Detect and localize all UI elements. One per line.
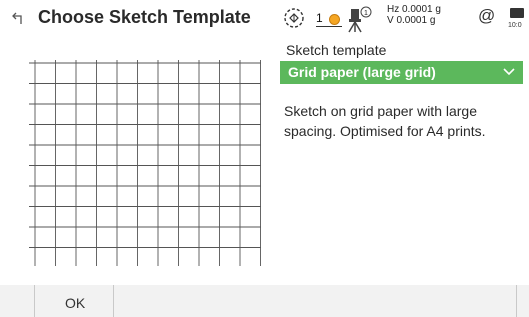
back-arrow-icon[interactable] bbox=[12, 11, 26, 25]
satellite-icon[interactable] bbox=[282, 6, 306, 30]
clock-time: 10:0 bbox=[508, 22, 522, 29]
position-count: 1 bbox=[316, 11, 323, 25]
battery-body bbox=[510, 8, 524, 18]
template-description: Sketch on grid paper with large spacing.… bbox=[284, 103, 486, 139]
position-dot-icon bbox=[329, 14, 340, 25]
angle-readout: Hz 0.0001 g V 0.0001 g bbox=[387, 4, 441, 26]
battery-icon[interactable]: 10:0 bbox=[508, 4, 529, 34]
footer-bar: OK bbox=[0, 285, 529, 317]
instrument-badge: 1 bbox=[364, 10, 368, 17]
v-readout: V 0.0001 g bbox=[387, 15, 436, 26]
ok-button[interactable]: OK bbox=[34, 285, 114, 317]
hz-readout: Hz 0.0001 g bbox=[387, 4, 441, 15]
template-label: Sketch template bbox=[286, 42, 387, 58]
instrument-icon[interactable]: 1 bbox=[346, 5, 372, 33]
template-value: Grid paper (large grid) bbox=[288, 64, 436, 80]
template-dropdown[interactable]: Grid paper (large grid) bbox=[280, 61, 523, 84]
footer-divider bbox=[516, 285, 517, 317]
grid-preview bbox=[29, 60, 261, 266]
title-bar: Choose Sketch Template 1 1 Hz 0.0001 g V… bbox=[0, 0, 529, 38]
at-icon[interactable]: @ bbox=[478, 6, 495, 26]
chevron-down-icon bbox=[503, 68, 515, 76]
position-underline bbox=[316, 26, 342, 27]
page-title: Choose Sketch Template bbox=[38, 7, 251, 27]
ok-label: OK bbox=[65, 295, 86, 311]
